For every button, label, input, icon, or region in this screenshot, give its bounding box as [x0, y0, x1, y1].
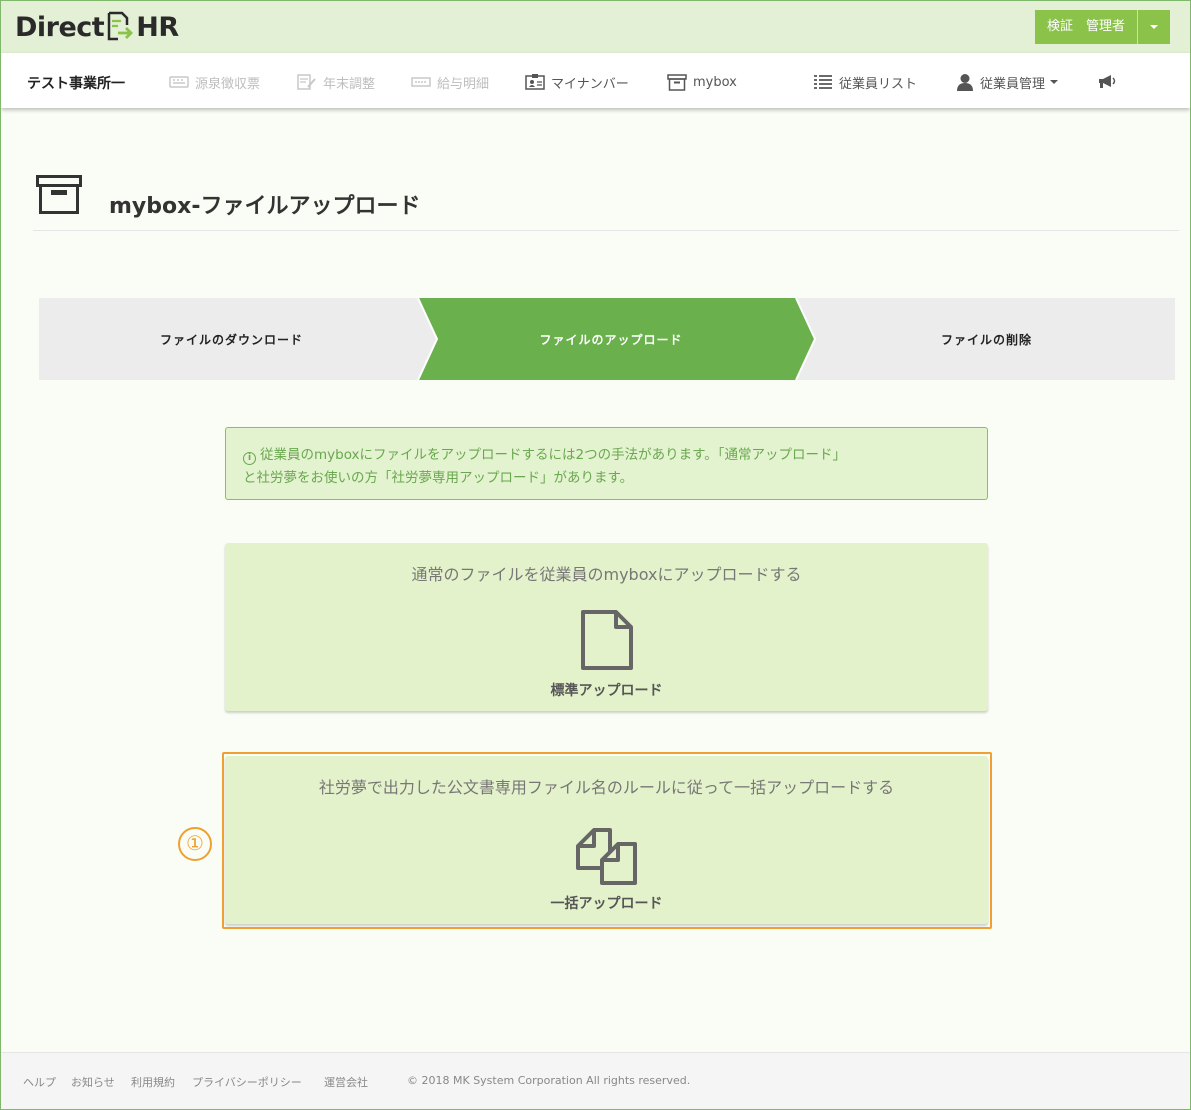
main-nav: テスト事業所一 源泉徴収票 年末調整 給与明細 マイナンバー mybox 従業員… [1, 53, 1190, 108]
nav-item-mybox[interactable]: mybox [667, 72, 737, 92]
page-header: mybox-ファイルアップロード [33, 169, 1179, 231]
brand-name-right: HR [136, 11, 179, 43]
step-delete[interactable]: ファイルの削除 [798, 331, 1175, 348]
app-frame: Direct HR 検証 管理者 テスト事業所一 源泉徴収票 年末調整 給与明細… [0, 0, 1191, 1110]
standard-upload-title: 通常のファイルを従業員のmyboxにアップロードする [411, 565, 802, 584]
keyboard-icon [169, 75, 189, 89]
user-menu-toggle[interactable] [1138, 10, 1170, 44]
archive-box-icon [667, 73, 687, 91]
nav-item-label: mybox [693, 74, 737, 90]
bulk-upload-label: 一括アップロード [550, 896, 663, 912]
nav-item-label: 従業員管理 [980, 76, 1046, 92]
archive-box-icon [36, 175, 82, 219]
upload-steps: ファイルのダウンロード ファイルのアップロード ファイルの削除 [39, 298, 1175, 380]
nav-item-mynumber[interactable]: マイナンバー [525, 72, 629, 92]
edit-document-icon [297, 74, 317, 90]
id-card-icon [525, 74, 545, 90]
info-icon: i [243, 452, 256, 465]
footer: ヘルプ お知らせ 利用規約 プライバシーポリシー 運営会社 © 2018 MK … [1, 1052, 1190, 1109]
file-icon [580, 609, 634, 675]
nav-item-announcements[interactable] [1097, 72, 1123, 92]
step-upload[interactable]: ファイルのアップロード [424, 331, 798, 348]
info-line-2: と社労夢をお使いの方「社労夢専用アップロード」があります。 [243, 470, 634, 486]
nav-item-employee-list[interactable]: 従業員リスト [813, 72, 917, 92]
logo-document-icon [106, 11, 134, 43]
brand-logo[interactable]: Direct HR [15, 9, 179, 45]
user-menu: 検証 管理者 [1034, 10, 1170, 44]
info-alert: i 従業員のmyboxにファイルをアップロードするには2つの手法があります。「通常… [225, 427, 988, 500]
office-name[interactable]: テスト事業所一 [27, 73, 125, 93]
annotation-marker: ① [178, 827, 212, 861]
page-title: mybox-ファイルアップロード [109, 194, 421, 219]
brand-name-left: Direct [15, 11, 105, 43]
caret-down-icon [1150, 25, 1158, 29]
step-download[interactable]: ファイルのダウンロード [39, 331, 424, 348]
nav-item-label: 従業員リスト [839, 76, 918, 92]
ticket-icon [411, 76, 431, 88]
nav-item-withholding: 源泉徴収票 [169, 72, 260, 92]
nav-item-label: マイナンバー [551, 76, 629, 92]
footer-link-company[interactable]: 運営会社 [324, 1074, 368, 1090]
footer-link-terms[interactable]: 利用規約 [131, 1074, 175, 1090]
bulk-upload-panel[interactable]: 社労夢で出力した公文書専用ファイル名のルールに従って一括アップロードする 一括ア… [225, 756, 988, 924]
footer-link-news[interactable]: お知らせ [71, 1074, 115, 1090]
bulk-upload-title: 社労夢で出力した公文書専用ファイル名のルールに従って一括アップロードする [318, 778, 895, 797]
nav-item-employee-management[interactable]: 従業員管理 [956, 72, 1059, 92]
footer-link-privacy[interactable]: プライバシーポリシー [192, 1074, 302, 1090]
copy-files-icon [575, 824, 638, 890]
info-line-1: i 従業員のmyboxにファイルをアップロードするには2つの手法があります。「通常… [243, 444, 971, 467]
user-icon [956, 73, 974, 91]
footer-link-help[interactable]: ヘルプ [23, 1074, 56, 1090]
nav-item-label: 給与明細 [437, 76, 490, 92]
copyright: © 2018 MK System Corporation All rights … [407, 1074, 691, 1087]
megaphone-icon [1097, 74, 1117, 90]
top-bar: Direct HR 検証 管理者 [1, 1, 1190, 53]
caret-down-icon [1050, 80, 1059, 84]
list-icon [813, 74, 833, 90]
nav-item-label: 年末調整 [323, 76, 376, 92]
standard-upload-label: 標準アップロード [550, 683, 663, 699]
nav-item-payslip: 給与明細 [411, 72, 489, 92]
standard-upload-panel[interactable]: 通常のファイルを従業員のmyboxにアップロードする 標準アップロード [225, 543, 988, 711]
user-menu-button[interactable]: 検証 管理者 [1034, 10, 1138, 44]
nav-item-year-end: 年末調整 [297, 72, 375, 92]
nav-item-label: 源泉徴収票 [195, 76, 261, 92]
